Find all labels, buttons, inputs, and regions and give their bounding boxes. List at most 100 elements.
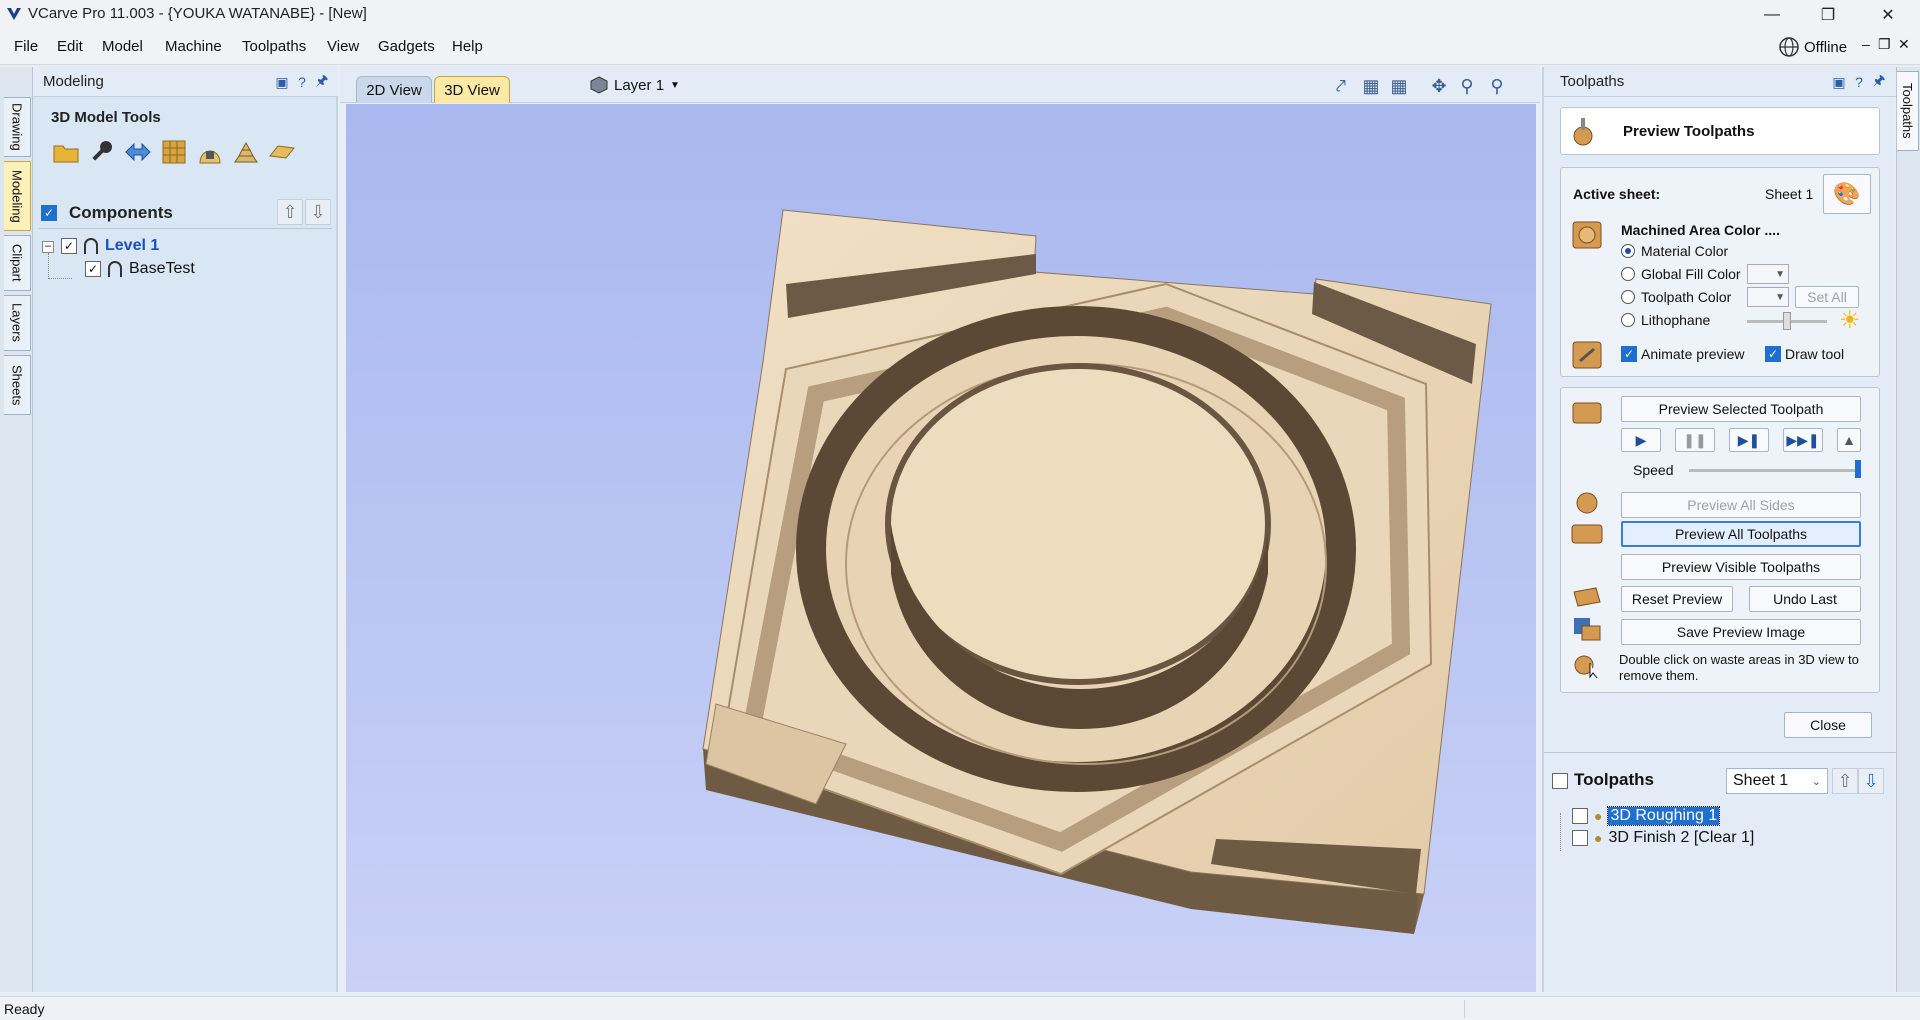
preview-all-sides-button[interactable]: Preview All Sides [1621, 492, 1861, 518]
finish-checkbox[interactable] [1572, 830, 1588, 846]
zoom-box-icon[interactable]: ⚲ [1454, 73, 1480, 99]
modeling-panel: Modeling ▣ ? 🖈 3D Model Tools ✓ Componen… [33, 67, 338, 992]
step-button[interactable]: ▶❚ [1729, 428, 1769, 452]
help-icon[interactable]: ? [1850, 73, 1868, 91]
menu-edit[interactable]: Edit [57, 38, 83, 55]
sculpt-icon[interactable] [87, 137, 117, 167]
radio-global-fill-color[interactable] [1621, 267, 1635, 281]
toolpath-move-up-button[interactable]: ⇧ [1832, 768, 1858, 794]
move-up-button[interactable]: ⇧ [277, 199, 303, 225]
arrow-down-icon: ⇩ [1863, 770, 1879, 791]
view-iso-icon[interactable]: ⤤ [1328, 73, 1354, 99]
menu-file[interactable]: File [14, 38, 38, 55]
3d-model-render[interactable] [346, 104, 1536, 992]
close-preview-button[interactable]: Close [1784, 712, 1872, 738]
move-down-button[interactable]: ⇩ [305, 199, 331, 225]
globe-icon [1779, 37, 1799, 57]
move-component-icon[interactable] [123, 137, 153, 167]
panel-dock-icon[interactable]: ▣ [273, 73, 291, 91]
toolpath-move-down-button[interactable]: ⇩ [1858, 768, 1884, 794]
animate-preview-checkbox[interactable]: ✓ [1621, 346, 1637, 362]
tab-sheets[interactable]: Sheets [4, 355, 31, 415]
speed-slider-thumb[interactable] [1855, 460, 1861, 478]
pause-button[interactable]: ❚❚ [1675, 428, 1715, 452]
undo-last-button[interactable]: Undo Last [1749, 586, 1861, 612]
radio-material-color[interactable] [1621, 244, 1635, 258]
close-button[interactable]: ✕ [1860, 0, 1916, 29]
active-sheet-label: Active sheet: [1573, 186, 1661, 202]
smooth-icon[interactable] [231, 137, 261, 167]
tree-level-1[interactable]: ✓ Level 1 [61, 237, 159, 255]
preview-visible-toolpaths-button[interactable]: Preview Visible Toolpaths [1621, 554, 1861, 580]
tree-collapse-toggle[interactable]: – [42, 241, 54, 253]
menu-gadgets[interactable]: Gadgets [378, 38, 435, 55]
lithophane-slider-thumb[interactable] [1783, 312, 1791, 330]
tab-layers[interactable]: Layers [4, 295, 31, 351]
play-button[interactable]: ▶ [1621, 428, 1661, 452]
preview-all-sides-icon [1571, 488, 1603, 518]
sheet-select[interactable]: Sheet 1 ⌄ [1726, 768, 1828, 794]
preview-all-toolpaths-button[interactable]: Preview All Toolpaths [1621, 521, 1861, 547]
lift-tool-button[interactable]: ▲ [1837, 428, 1861, 452]
layer-dropdown[interactable]: Layer 1 ▼ [590, 76, 680, 94]
tab-2d-view[interactable]: 2D View [356, 76, 432, 103]
pin-icon[interactable]: 🖈 [1870, 72, 1888, 91]
lift-icon: ▲ [1842, 432, 1856, 448]
menu-toolpaths[interactable]: Toolpaths [242, 38, 306, 55]
mdi-minimize-button[interactable]: – [1862, 36, 1870, 52]
tab-drawing[interactable]: Drawing [4, 97, 31, 157]
finish-tool-icon: ● [1594, 830, 1603, 846]
save-preview-image-button[interactable]: Save Preview Image [1621, 619, 1861, 645]
fast-forward-button[interactable]: ▶▶❚ [1783, 428, 1823, 452]
components-checkbox[interactable]: ✓ [41, 205, 57, 221]
pin-icon[interactable]: 🖈 [313, 72, 331, 91]
toolpaths-master-checkbox[interactable] [1552, 773, 1568, 789]
tree-line [1560, 813, 1561, 851]
animate-preview-label: Animate preview [1641, 346, 1745, 362]
preview-selected-button[interactable]: Preview Selected Toolpath [1621, 396, 1861, 422]
menu-help[interactable]: Help [452, 38, 483, 55]
tab-modeling[interactable]: Modeling [4, 161, 31, 231]
panel-dock-icon[interactable]: ▣ [1830, 73, 1848, 91]
menu-model[interactable]: Model [102, 38, 143, 55]
slice-icon[interactable] [267, 137, 297, 167]
mdi-restore-button[interactable]: ❐ [1878, 36, 1891, 53]
mdi-close-button[interactable]: ✕ [1898, 36, 1910, 53]
bake-component-icon[interactable] [195, 137, 225, 167]
offline-status[interactable]: Offline [1778, 36, 1847, 58]
set-all-button[interactable]: Set All [1795, 286, 1859, 308]
chevron-down-icon: ⌄ [1811, 775, 1821, 788]
toolpath-item-roughing[interactable]: ● 3D Roughing 1 [1572, 806, 1721, 826]
create-texture-icon[interactable] [159, 137, 189, 167]
tree-component-basetest[interactable]: ✓ BaseTest [85, 260, 195, 278]
restore-button[interactable]: ❐ [1800, 0, 1856, 29]
minimize-button[interactable]: — [1744, 0, 1800, 29]
toolpath-color-swatch[interactable]: ▼ [1747, 287, 1789, 307]
preview-header-card: Preview Toolpaths [1560, 107, 1880, 155]
3d-viewport[interactable] [346, 104, 1536, 992]
zoom-extents-icon[interactable]: ⚲ [1484, 73, 1510, 99]
menu-view[interactable]: View [327, 38, 359, 55]
status-divider [1464, 1000, 1465, 1018]
global-fill-swatch[interactable]: ▼ [1747, 264, 1789, 284]
speed-slider-track[interactable] [1689, 469, 1861, 472]
draw-tool-checkbox[interactable]: ✓ [1765, 346, 1781, 362]
level-1-checkbox[interactable]: ✓ [61, 238, 77, 254]
palette-button[interactable]: 🎨 [1823, 174, 1871, 214]
grid-icon[interactable]: ▦ [1386, 73, 1412, 99]
roughing-checkbox[interactable] [1572, 808, 1588, 824]
import-component-icon[interactable] [51, 137, 81, 167]
help-icon[interactable]: ? [293, 73, 311, 91]
pan-icon[interactable]: ✥ [1426, 73, 1452, 99]
tab-3d-view[interactable]: 3D View [434, 76, 510, 103]
basetest-checkbox[interactable]: ✓ [85, 261, 101, 277]
tab-clipart[interactable]: Clipart [4, 235, 31, 291]
view-top-icon[interactable]: ▦ [1358, 73, 1384, 99]
reset-preview-button[interactable]: Reset Preview [1621, 586, 1733, 612]
radio-lithophane[interactable] [1621, 313, 1635, 327]
tab-toolpaths[interactable]: Toolpaths [1897, 71, 1919, 151]
radio-toolpath-color[interactable] [1621, 290, 1635, 304]
menu-machine[interactable]: Machine [165, 38, 222, 55]
toolpath-item-finish[interactable]: ● 3D Finish 2 [Clear 1] [1572, 829, 1754, 847]
global-fill-color-label: Global Fill Color [1641, 266, 1741, 282]
